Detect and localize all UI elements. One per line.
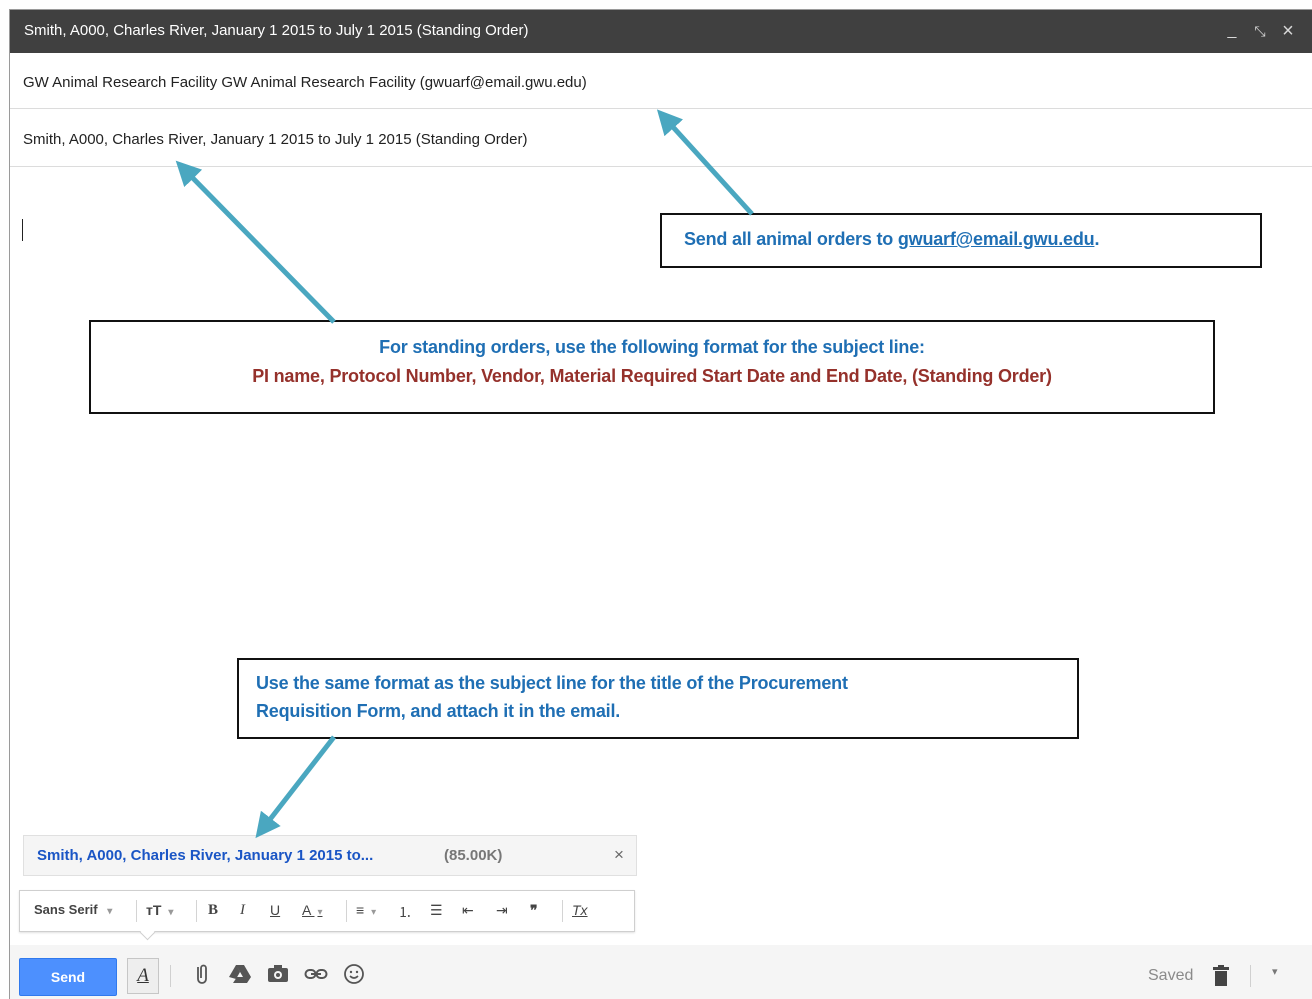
remove-formatting-icon[interactable]: Tx bbox=[572, 902, 588, 918]
emoji-icon[interactable] bbox=[342, 962, 366, 986]
attachment-size: (85.00K) bbox=[444, 847, 503, 864]
remove-attachment-button[interactable]: × bbox=[614, 845, 624, 865]
callout-email-prefix: Send all animal orders to bbox=[684, 229, 898, 249]
popout-button[interactable]: ⤡ bbox=[1248, 18, 1272, 44]
font-family-select[interactable]: Sans Serif ▾ bbox=[34, 902, 112, 917]
divider bbox=[562, 900, 563, 922]
bold-button[interactable]: B bbox=[208, 902, 218, 919]
divider bbox=[346, 900, 347, 922]
align-icon: ≡ bbox=[356, 902, 365, 918]
font-size-icon: ᴛT bbox=[146, 902, 162, 918]
text-color-button[interactable]: A ▾ bbox=[302, 902, 323, 918]
toolbar-pointer bbox=[139, 924, 156, 941]
text-cursor bbox=[22, 219, 23, 241]
callout-email: Send all animal orders to gwuarf@email.g… bbox=[660, 213, 1262, 268]
trash-icon[interactable] bbox=[1212, 965, 1230, 987]
divider bbox=[170, 965, 171, 987]
callout-attachment-line2: Requisition Form, and attach it in the e… bbox=[256, 701, 621, 721]
callout-email-link[interactable]: gwuarf@email.gwu.edu bbox=[898, 229, 1095, 249]
minimize-button[interactable]: _ bbox=[1220, 18, 1244, 44]
send-button[interactable]: Send bbox=[19, 958, 117, 996]
callout-attachment: Use the same format as the subject line … bbox=[237, 658, 1079, 739]
indent-less-icon[interactable]: ⇤ bbox=[462, 902, 474, 919]
callout-subject-line1: For standing orders, use the following f… bbox=[379, 337, 925, 357]
to-field[interactable]: GW Animal Research Facility GW Animal Re… bbox=[10, 53, 1312, 109]
callout-subject-line2: PI name, Protocol Number, Vendor, Materi… bbox=[252, 366, 1052, 386]
close-button[interactable]: × bbox=[1276, 18, 1300, 44]
italic-button[interactable]: I bbox=[240, 902, 245, 919]
divider bbox=[196, 900, 197, 922]
chevron-down-icon: ▾ bbox=[317, 907, 323, 918]
formatting-options-button[interactable]: A bbox=[127, 958, 159, 994]
quote-icon[interactable]: ❞ bbox=[530, 902, 538, 919]
drive-icon[interactable] bbox=[228, 962, 252, 986]
subject-text[interactable]: Smith, A000, Charles River, January 1 20… bbox=[23, 131, 527, 148]
more-options-button[interactable]: ▾ bbox=[1272, 965, 1278, 978]
divider bbox=[1250, 965, 1251, 987]
link-icon[interactable] bbox=[304, 962, 328, 986]
bottom-toolbar: Send A Saved ▾ bbox=[10, 945, 1312, 999]
attach-icon[interactable] bbox=[190, 962, 214, 986]
chevron-down-icon: ▾ bbox=[107, 906, 113, 917]
recipient[interactable]: GW Animal Research Facility GW Animal Re… bbox=[23, 74, 587, 91]
title-bar[interactable]: Smith, A000, Charles River, January 1 20… bbox=[10, 10, 1312, 53]
underline-button[interactable]: U bbox=[270, 902, 280, 918]
photo-icon[interactable] bbox=[266, 962, 290, 986]
callout-subject-format: For standing orders, use the following f… bbox=[89, 320, 1215, 414]
callout-email-text: Send all animal orders to gwuarf@email.g… bbox=[684, 229, 1099, 250]
callout-email-suffix: . bbox=[1094, 229, 1100, 249]
saved-status: Saved bbox=[1148, 967, 1194, 984]
attachment-chip[interactable]: Smith, A000, Charles River, January 1 20… bbox=[23, 835, 637, 876]
chevron-down-icon: ▾ bbox=[371, 907, 377, 918]
numbered-list-icon[interactable]: ⒈ bbox=[398, 902, 412, 922]
font-size-button[interactable]: ᴛT ▾ bbox=[146, 902, 173, 918]
bulleted-list-icon[interactable]: ☰ bbox=[430, 902, 443, 919]
formatting-toolbar: Sans Serif ▾ ᴛT ▾ B I U A ▾ ≡ ▾ ⒈ ☰ ⇤ ⇥ … bbox=[19, 890, 635, 941]
subject-field[interactable]: Smith, A000, Charles River, January 1 20… bbox=[10, 109, 1312, 167]
compose-window: Smith, A000, Charles River, January 1 20… bbox=[9, 9, 1312, 999]
indent-more-icon[interactable]: ⇥ bbox=[496, 902, 508, 919]
window-title: Smith, A000, Charles River, January 1 20… bbox=[24, 22, 529, 39]
callout-attachment-line1: Use the same format as the subject line … bbox=[256, 673, 848, 693]
align-button[interactable]: ≡ ▾ bbox=[356, 902, 376, 918]
chevron-down-icon: ▾ bbox=[168, 907, 174, 918]
font-family-label: Sans Serif bbox=[34, 902, 98, 917]
divider bbox=[136, 900, 137, 922]
attachment-name[interactable]: Smith, A000, Charles River, January 1 20… bbox=[37, 847, 373, 864]
text-color-icon: A bbox=[302, 902, 311, 918]
